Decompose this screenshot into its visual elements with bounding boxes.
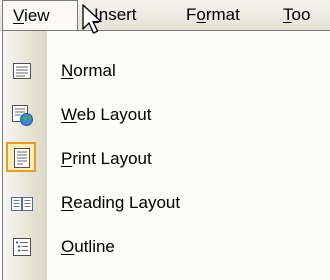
menu-tools[interactable]: Too	[283, 0, 310, 30]
view-menu-dropdown: Normal Web Layout Print Layout Reading L…	[2, 30, 330, 280]
menu-item-web-layout-rest: eb Layout	[76, 105, 152, 124]
menu-view[interactable]: View	[2, 0, 78, 30]
reading-layout-icon	[10, 191, 34, 215]
menu-format[interactable]: Format	[186, 0, 240, 30]
menu-item-outline-label: Outline	[61, 225, 115, 268]
menu-item-outline-accesskey: O	[61, 237, 75, 256]
menu-item-print-layout[interactable]: Print Layout	[3, 137, 330, 180]
normal-view-icon	[10, 59, 34, 83]
menu-item-print-layout-rest: rint Layout	[72, 149, 152, 168]
menu-item-reading-layout-label: Reading Layout	[61, 181, 180, 224]
menu-item-normal[interactable]: Normal	[3, 49, 330, 92]
menu-item-print-layout-accesskey: P	[61, 149, 73, 168]
menu-item-outline-rest: utline	[74, 237, 115, 256]
menu-item-web-layout-accesskey: W	[61, 105, 77, 124]
menu-item-web-layout-label: Web Layout	[61, 93, 151, 136]
outline-icon	[10, 235, 34, 259]
menu-item-web-layout[interactable]: Web Layout	[3, 93, 330, 136]
menu-item-normal-accesskey: N	[61, 61, 74, 80]
menu-view-rest: iew	[24, 6, 50, 25]
menu-item-normal-label: Normal	[61, 49, 116, 92]
menu-format-rest: rmat	[205, 5, 240, 24]
menu-format-prefix: F	[186, 5, 197, 24]
menu-item-reading-layout-rest: eading Layout	[73, 193, 181, 212]
menu-item-normal-rest: ormal	[73, 61, 116, 80]
menu-tools-rest: oo	[291, 5, 311, 24]
menu-format-accesskey: o	[196, 5, 206, 24]
menu-item-reading-layout[interactable]: Reading Layout	[3, 181, 330, 224]
menu-view-accesskey: V	[13, 6, 25, 25]
menu-item-outline[interactable]: Outline	[3, 225, 330, 268]
menu-item-print-layout-label: Print Layout	[61, 137, 152, 180]
mouse-cursor-icon	[82, 4, 102, 34]
menu-bar: View Insert Format Too	[0, 0, 330, 31]
web-layout-icon	[10, 103, 34, 127]
print-layout-icon	[6, 142, 36, 172]
menu-item-reading-layout-accesskey: R	[61, 193, 74, 212]
menu-tools-accesskey: T	[283, 5, 292, 24]
